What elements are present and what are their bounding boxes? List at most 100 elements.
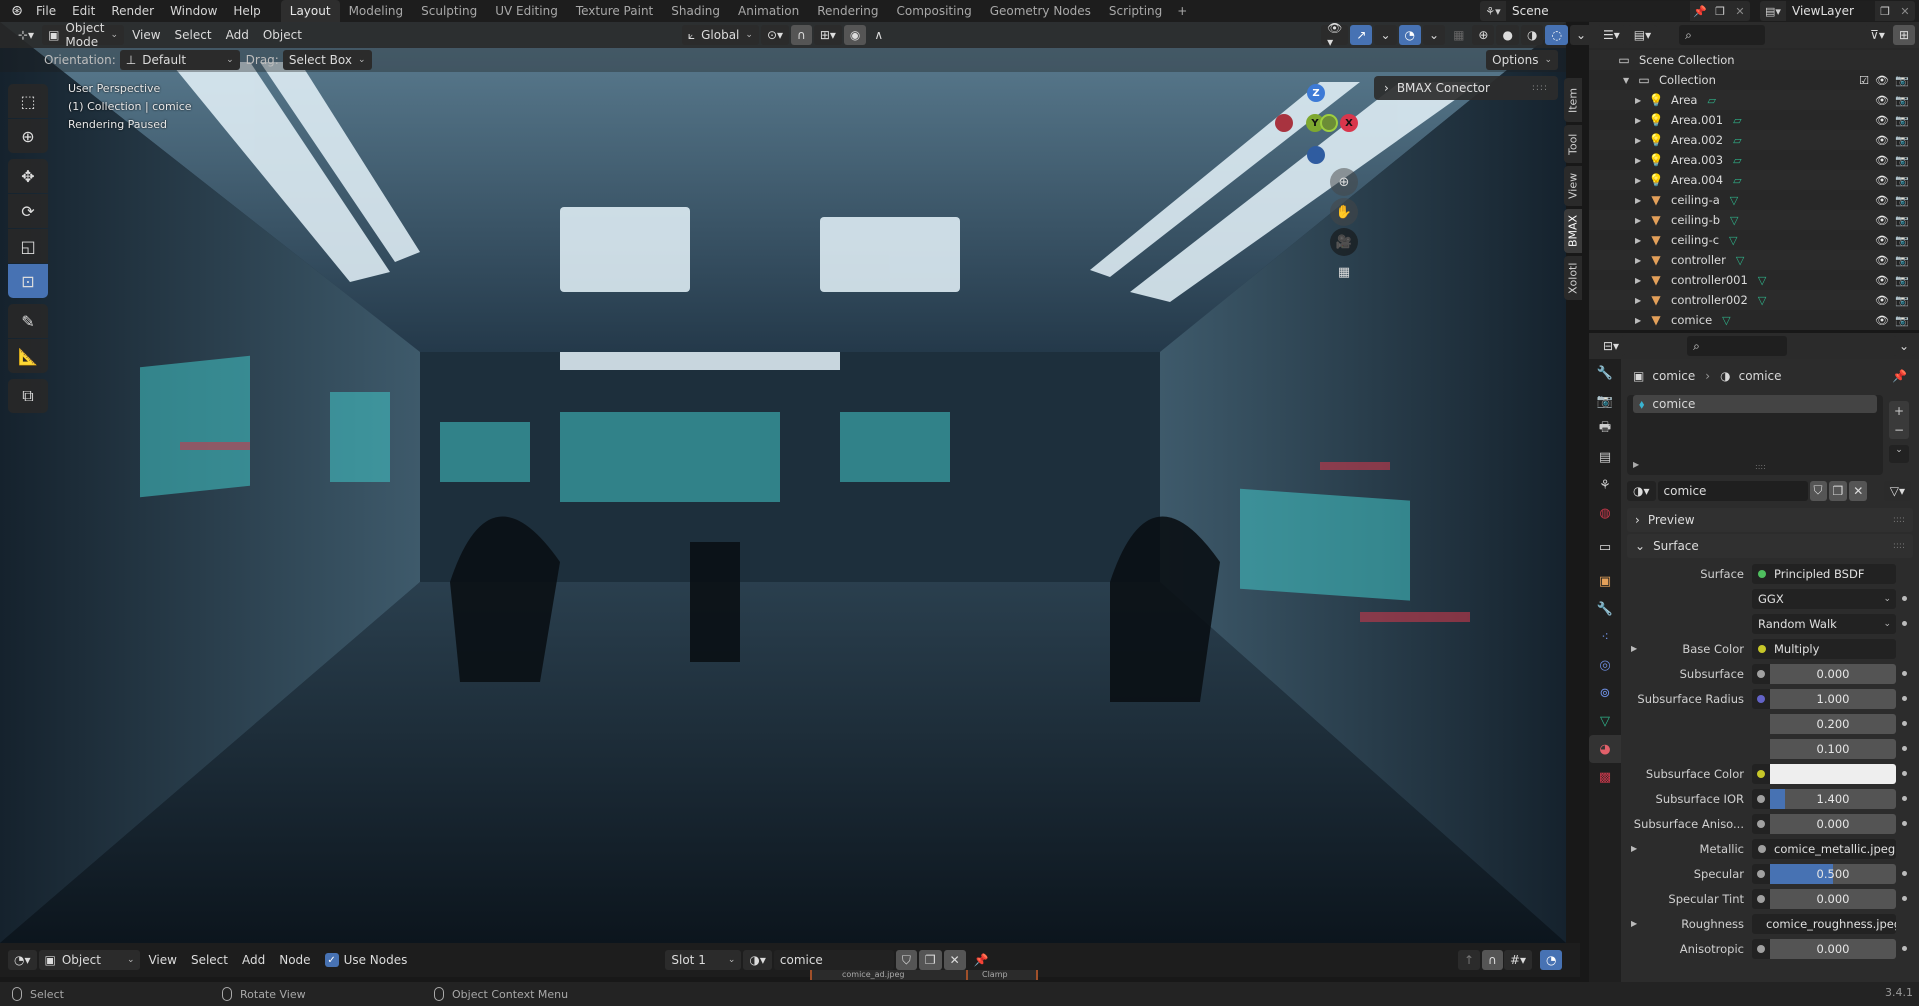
overlay-toggle-icon[interactable]: ◔	[1398, 25, 1422, 45]
keyframe-dot-icon[interactable]	[1902, 621, 1907, 626]
3d-viewport[interactable]	[0, 22, 1566, 943]
mesh-data-icon[interactable]: ▽	[1758, 294, 1766, 307]
gizmo-neg-z-axis[interactable]	[1307, 146, 1325, 164]
clamp-node-snippet[interactable]: Clamp	[966, 970, 1038, 980]
tab-compositing[interactable]: Compositing	[887, 0, 980, 22]
tab-sculpting[interactable]: Sculpting	[412, 0, 486, 22]
menu-edit[interactable]: Edit	[64, 0, 103, 22]
cursor-tool-icon[interactable]: ⊕	[8, 119, 48, 153]
eye-icon[interactable]: 👁	[1875, 234, 1889, 247]
tab-shading[interactable]: Shading	[662, 0, 729, 22]
eye-icon[interactable]: 👁	[1875, 114, 1889, 127]
eye-icon[interactable]: 👁	[1875, 154, 1889, 167]
render-camera-icon[interactable]: 📷	[1895, 234, 1909, 247]
light-data-icon[interactable]: ▱	[1707, 94, 1715, 107]
scene-icon[interactable]: ⚘▾	[1480, 5, 1506, 18]
outliner-row[interactable]: ▶ 💡 Area ▱ 👁 📷	[1589, 90, 1919, 110]
menu-view[interactable]: View	[126, 25, 166, 45]
properties-editor-type-button[interactable]: ⊟▾	[1597, 336, 1626, 356]
output-tab-icon[interactable]: 🖶	[1589, 415, 1621, 443]
tab-uv-editing[interactable]: UV Editing	[486, 0, 567, 22]
expand-right-icon[interactable]: ▶	[1635, 276, 1647, 285]
drag-grip-icon[interactable]: ::::	[1532, 83, 1548, 93]
tab-geometry-nodes[interactable]: Geometry Nodes	[981, 0, 1100, 22]
outliner-row[interactable]: ▶ ▼ controller ▽ 👁 📷	[1589, 250, 1919, 270]
render-camera-icon[interactable]: 📷	[1895, 194, 1909, 207]
gizmo-toggle-icon[interactable]: ↗	[1350, 25, 1373, 45]
expand-right-icon[interactable]: ▶	[1631, 644, 1637, 653]
socket-button[interactable]	[1752, 788, 1770, 809]
outliner-row[interactable]: ▶ ▼ controller002 ▽ 👁 📷	[1589, 290, 1919, 310]
scene-tab-icon[interactable]: ⚘	[1589, 471, 1621, 499]
outliner-row[interactable]: ▶ ▼ comice ▽ 👁 📷	[1589, 310, 1919, 330]
display-mode-button[interactable]: ▤▾	[1627, 25, 1658, 45]
pin-icon[interactable]: 📌	[1892, 369, 1907, 383]
duplicate-material-icon[interactable]: ❐	[1828, 480, 1848, 501]
expand-right-icon[interactable]: ▶	[1635, 136, 1647, 145]
tab-animation[interactable]: Animation	[729, 0, 808, 22]
render-camera-icon[interactable]: 📷	[1895, 114, 1909, 127]
property-dropdown[interactable]: GGX ⌄	[1752, 588, 1896, 609]
delete-scene-icon[interactable]: ✕	[1730, 5, 1750, 18]
parent-node-tree-icon[interactable]: ↑	[1458, 950, 1481, 970]
measure-tool-icon[interactable]: 📐	[8, 339, 48, 373]
eye-icon[interactable]: 👁	[1875, 74, 1889, 87]
mesh-data-icon[interactable]: ▽	[1736, 254, 1744, 267]
render-camera-icon[interactable]: 📷	[1895, 274, 1909, 287]
socket-button[interactable]	[1752, 663, 1770, 684]
data-tab-icon[interactable]: ▽	[1589, 707, 1621, 735]
number-slider[interactable]: 0.000	[1770, 888, 1896, 909]
keyframe-dot-icon[interactable]	[1902, 671, 1907, 676]
sidebar-tab-tool[interactable]: Tool	[1564, 125, 1582, 163]
camera-view-icon[interactable]: 🎥	[1330, 228, 1358, 256]
node-snap-icon[interactable]: ∩	[1482, 950, 1503, 970]
drag-grip-icon[interactable]: ::::	[1893, 541, 1905, 551]
shading-solid-icon[interactable]: ●	[1496, 25, 1519, 45]
number-slider[interactable]: 0.000	[1770, 663, 1896, 684]
render-camera-icon[interactable]: 📷	[1895, 314, 1909, 327]
xray-toggle-icon[interactable]: ▦	[1447, 25, 1470, 45]
new-scene-icon[interactable]: ❐	[1710, 5, 1730, 18]
visibility-selectability-button[interactable]: 👁▾	[1321, 21, 1349, 49]
render-camera-icon[interactable]: 📷	[1895, 154, 1909, 167]
outliner-row[interactable]: ▶ 💡 Area.003 ▱ 👁 📷	[1589, 150, 1919, 170]
render-camera-icon[interactable]: 📷	[1895, 74, 1909, 87]
material-slot-item[interactable]: ⬧ comice	[1633, 395, 1877, 413]
mesh-data-icon[interactable]: ▽	[1730, 194, 1738, 207]
expand-right-icon[interactable]: ▶	[1635, 296, 1647, 305]
tab-texture-paint[interactable]: Texture Paint	[567, 0, 662, 22]
eye-icon[interactable]: 👁	[1875, 94, 1889, 107]
view-layer-tab-icon[interactable]: ▤	[1589, 443, 1621, 471]
node-menu-select[interactable]: Select	[185, 950, 234, 970]
material-name-field[interactable]: comice	[1657, 480, 1808, 501]
keyframe-dot-icon[interactable]	[1902, 721, 1907, 726]
light-data-icon[interactable]: ▱	[1733, 174, 1741, 187]
editor-type-button[interactable]: ◔▾	[8, 950, 37, 970]
sidebar-tab-xolotl[interactable]: Xolotl	[1564, 256, 1582, 300]
add-cube-tool-icon[interactable]: ⧉	[8, 379, 48, 413]
outliner-row[interactable]: ▶ 💡 Area.001 ▱ 👁 📷	[1589, 110, 1919, 130]
expand-right-icon[interactable]: ▶	[1633, 460, 1639, 469]
linked-node-field[interactable]: Principled BSDF	[1752, 563, 1896, 584]
transform-tool-icon[interactable]: ⊡	[8, 264, 48, 298]
node-menu-node[interactable]: Node	[273, 950, 316, 970]
eye-icon[interactable]: 👁	[1875, 174, 1889, 187]
view-layer-name-field[interactable]: ViewLayer	[1786, 1, 1875, 21]
keyframe-dot-icon[interactable]	[1902, 696, 1907, 701]
slot-dropdown[interactable]: Slot 1 ⌄	[665, 950, 742, 970]
mode-dropdown[interactable]: ▣ Object Mode ⌄	[42, 21, 125, 49]
light-data-icon[interactable]: ▱	[1733, 114, 1741, 127]
orientation-dropdown[interactable]: ⊥ Default ⌄	[119, 50, 240, 70]
select-box-tool-icon[interactable]: ⬚	[8, 84, 48, 118]
expand-right-icon[interactable]: ▶	[1635, 116, 1647, 125]
linked-node-field[interactable]: comice_metallic.jpeg	[1752, 838, 1896, 859]
use-nodes-checkbox[interactable]: ✓ Use Nodes	[319, 950, 414, 970]
overlay-dropdown[interactable]: ⌄	[1423, 25, 1446, 45]
expand-right-icon[interactable]: ▶	[1635, 156, 1647, 165]
add-slot-icon[interactable]: +	[1894, 404, 1904, 418]
number-slider[interactable]: 0.000	[1770, 813, 1896, 834]
menu-object[interactable]: Object	[257, 25, 308, 45]
outliner-row[interactable]: ▶ ▼ ceiling-c ▽ 👁 📷	[1589, 230, 1919, 250]
keyframe-dot-icon[interactable]	[1902, 796, 1907, 801]
outliner-editor-type-button[interactable]: ☰▾	[1597, 25, 1626, 45]
